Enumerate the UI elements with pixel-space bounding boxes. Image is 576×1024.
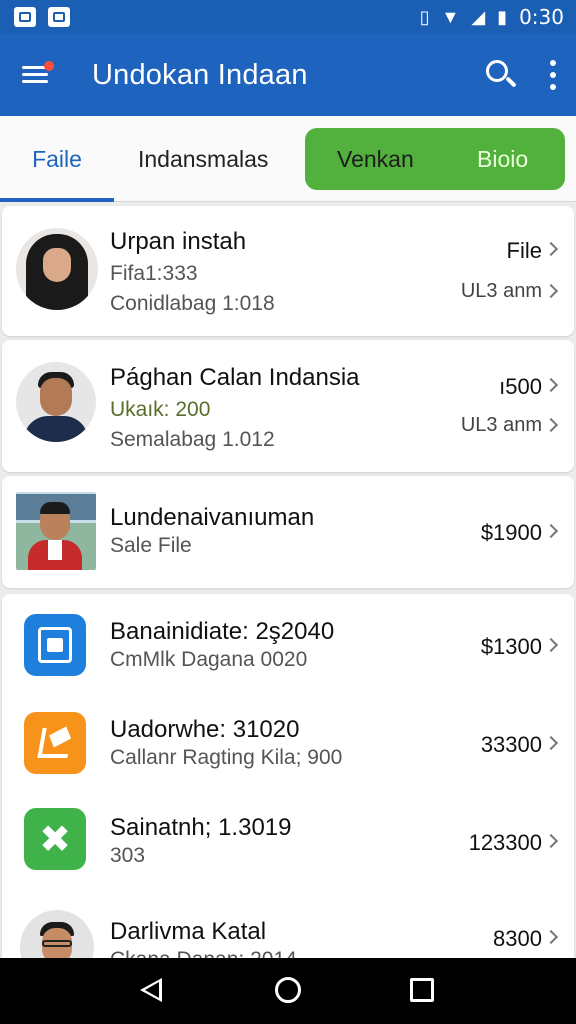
tab-bar: Faile Indansmalas Venkan Bioio — [0, 116, 576, 202]
item-subtitle: Callanr Ragting Kila; 900 — [110, 746, 343, 769]
item-title: Pághan Calan Indansia — [110, 364, 360, 391]
tab-files[interactable]: Faile — [0, 116, 114, 202]
signal-icon: ◢ — [471, 7, 486, 27]
chevron-right-icon — [543, 417, 559, 433]
vibrate-icon: ▯ — [419, 7, 430, 27]
notification-dot — [44, 61, 54, 71]
student-photo — [16, 492, 96, 570]
item-value: 8300 — [493, 926, 542, 951]
document-app-icon — [24, 614, 86, 676]
pill-right-label: Bioio — [477, 145, 529, 172]
item-value: 33300 — [480, 732, 542, 757]
item-subtitle: Conidlabag 1:018 — [110, 292, 275, 315]
image-icon — [48, 7, 70, 27]
item-subtitle: Sale File — [110, 534, 192, 557]
item-value: 123300 — [468, 830, 542, 855]
item-title: Sainatnh; 1.3019 — [110, 814, 292, 841]
item-subtitle: 303 — [110, 844, 146, 867]
battery-icon: ▮ — [497, 7, 508, 27]
notification-icon — [14, 7, 36, 27]
chevron-right-icon — [543, 637, 559, 653]
status-left — [14, 7, 70, 27]
app-title: Undokan Indaan — [92, 58, 308, 91]
item-title: Banainidiate: 2ş2040 — [110, 618, 335, 645]
item-title: Uadorwhe: 31020 — [110, 716, 300, 743]
chevron-right-icon — [543, 735, 559, 751]
navigation-bar — [0, 958, 576, 1024]
edit-app-icon — [24, 712, 86, 774]
item-value: ı500 — [499, 374, 542, 399]
recent-apps-icon[interactable] — [410, 978, 434, 1002]
list-item[interactable]: Pághan Calan Indansia Ukaık: 200 Semalab… — [2, 340, 574, 472]
chevron-right-icon — [543, 523, 559, 539]
chevron-right-icon — [543, 377, 559, 393]
search-icon[interactable] — [484, 58, 518, 92]
chevron-right-icon — [543, 241, 559, 257]
item-subtitle: Semalabag 1.012 — [110, 428, 275, 451]
item-title: Lundenaivanıuman — [110, 504, 315, 531]
item-subtitle: Fifa1:333 — [110, 262, 198, 285]
tab-second[interactable]: Indansmalas — [138, 116, 268, 202]
item-title: Urpan instah — [110, 228, 247, 255]
item-value: UL3 anm — [460, 414, 542, 436]
item-title: Darlivma Katal — [110, 918, 267, 945]
item-subtitle: CmMlk Dagana 0020 — [110, 648, 308, 671]
pill-left-label: Venkan — [337, 145, 414, 172]
item-value: $1900 — [480, 520, 542, 545]
item-value: File — [506, 238, 542, 263]
avatar — [16, 228, 98, 310]
item-subtitle: Ukaık: 200 — [110, 398, 211, 421]
home-icon[interactable] — [275, 977, 301, 1003]
chevron-right-icon — [543, 283, 559, 299]
chevron-right-icon — [543, 929, 559, 945]
status-right: ▯ ▼ ◢ ▮ 0:30 — [420, 5, 564, 29]
hamburger-icon[interactable] — [22, 61, 54, 87]
status-bar: ▯ ▼ ◢ ▮ 0:30 — [0, 0, 576, 34]
tab-active-indicator — [0, 198, 114, 202]
list-item[interactable]: Urpan instah Fifa1:333 Conidlabag 1:018 … — [2, 206, 574, 336]
item-value: $1300 — [480, 634, 542, 659]
back-icon[interactable] — [140, 978, 162, 1002]
status-time: 0:30 — [519, 5, 564, 29]
maps-app-icon: ✖ — [24, 808, 86, 870]
avatar — [16, 362, 96, 442]
list-item[interactable]: Lundenaivanıuman Sale File $1900 — [2, 476, 574, 588]
item-value: UL3 anm — [460, 280, 542, 302]
more-vertical-icon[interactable] — [548, 60, 558, 90]
app-bar: Undokan Indaan — [0, 34, 576, 116]
chevron-right-icon — [543, 833, 559, 849]
wifi-icon: ▼ — [441, 7, 460, 27]
tab-pill-button[interactable]: Venkan Bioio — [305, 128, 565, 190]
list-group: Banainidiate: 2ş2040 CmMlk Dagana 0020 $… — [2, 594, 574, 984]
